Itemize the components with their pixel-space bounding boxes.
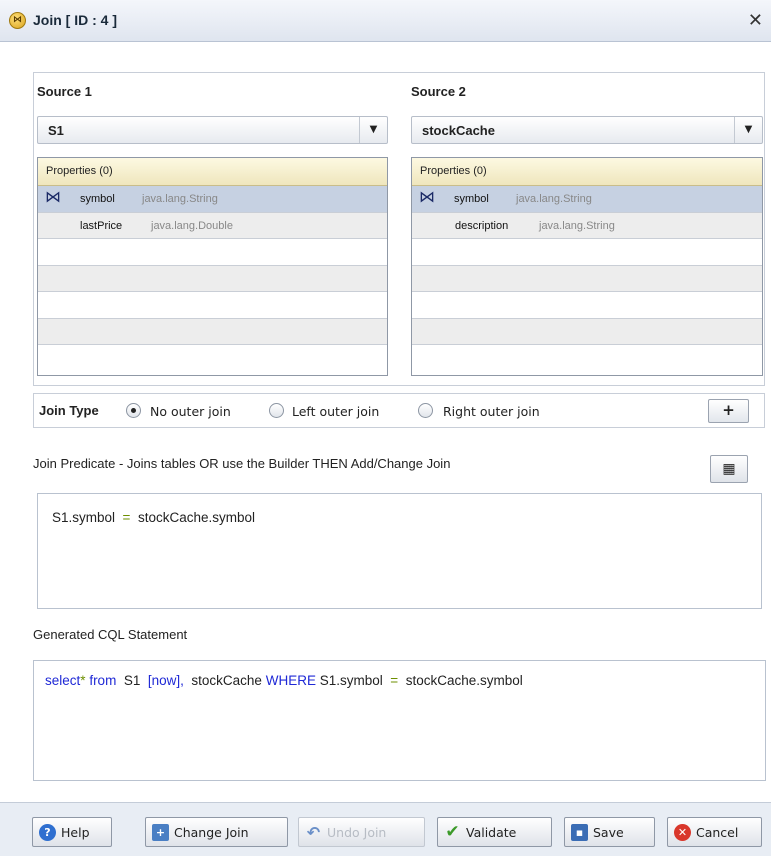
table-row bbox=[412, 265, 762, 292]
sources-panel: Source 1 Source 2 S1 ▼ stockCache ▼ Prop… bbox=[33, 72, 765, 386]
chevron-down-icon[interactable]: ▼ bbox=[359, 117, 387, 143]
left-outer-join-label: Left outer join bbox=[292, 404, 380, 419]
join-key-icon: ⋈ bbox=[45, 189, 61, 206]
undo-icon: ↶ bbox=[306, 822, 321, 842]
join-predicate-textarea[interactable]: S1.symbol = stockCache.symbol bbox=[37, 493, 762, 609]
expression-builder-button[interactable]: ▦ bbox=[710, 455, 748, 483]
undo-join-button[interactable]: ↶ Undo Join bbox=[298, 817, 425, 847]
table-row bbox=[38, 265, 387, 292]
predicate-expression: S1.symbol = stockCache.symbol bbox=[52, 510, 255, 525]
cql-statement: select* from S1 [now], stockCache WHERE … bbox=[45, 673, 523, 688]
table-row bbox=[412, 318, 762, 345]
change-join-icon: + bbox=[152, 823, 169, 841]
close-icon[interactable]: ✕ bbox=[748, 10, 763, 31]
source1-value: S1 bbox=[48, 123, 64, 138]
source2-label: Source 2 bbox=[411, 84, 466, 99]
join-icon: ⋈ bbox=[9, 12, 26, 29]
help-button[interactable]: ? Help bbox=[32, 817, 112, 847]
help-icon: ? bbox=[39, 823, 56, 841]
join-type-panel: Join Type No outer join Left outer join … bbox=[33, 393, 765, 428]
cancel-icon: ✕ bbox=[674, 823, 691, 841]
add-join-button[interactable]: + bbox=[708, 399, 749, 423]
save-icon: ▪ bbox=[571, 823, 588, 841]
source2-value: stockCache bbox=[422, 123, 495, 138]
calculator-icon: ▦ bbox=[722, 461, 736, 477]
window-title: Join [ ID : 4 ] bbox=[33, 12, 117, 28]
source1-properties-table: Properties (0) ⋈ symbol java.lang.String… bbox=[37, 157, 388, 376]
generated-cql-label: Generated CQL Statement bbox=[33, 627, 188, 642]
generated-cql-textarea[interactable]: select* from S1 [now], stockCache WHERE … bbox=[33, 660, 766, 781]
table-row bbox=[38, 292, 387, 319]
validate-button[interactable]: ✔ Validate bbox=[437, 817, 552, 847]
source1-label: Source 1 bbox=[37, 84, 92, 99]
properties-header: Properties (0) bbox=[412, 158, 762, 186]
table-row[interactable]: ⋈ symbol java.lang.String bbox=[38, 186, 387, 213]
footer-toolbar: ? Help + Change Join ↶ Undo Join ✔ Validate … bbox=[0, 802, 771, 856]
table-row bbox=[412, 292, 762, 319]
table-row[interactable]: ⋈ symbol java.lang.String bbox=[412, 186, 762, 213]
left-outer-join-radio[interactable] bbox=[269, 403, 284, 418]
no-outer-join-radio[interactable] bbox=[126, 403, 141, 418]
table-row[interactable]: lastPrice java.lang.Double bbox=[38, 212, 387, 239]
table-row bbox=[38, 318, 387, 345]
source1-select[interactable]: S1 ▼ bbox=[37, 116, 388, 144]
right-outer-join-label: Right outer join bbox=[443, 404, 540, 419]
properties-header: Properties (0) bbox=[38, 158, 387, 186]
save-button[interactable]: ▪ Save bbox=[564, 817, 655, 847]
source2-select[interactable]: stockCache ▼ bbox=[411, 116, 763, 144]
checkmark-icon: ✔ bbox=[445, 821, 460, 842]
title-bar: ⋈ Join [ ID : 4 ] ✕ bbox=[0, 0, 771, 42]
table-row bbox=[412, 239, 762, 266]
join-predicate-label: Join Predicate - Joins tables OR use the… bbox=[33, 456, 451, 471]
no-outer-join-label: No outer join bbox=[150, 404, 231, 419]
table-row[interactable]: description java.lang.String bbox=[412, 212, 762, 239]
table-row bbox=[38, 239, 387, 266]
join-key-icon: ⋈ bbox=[419, 189, 435, 206]
table-row bbox=[38, 345, 387, 372]
source2-properties-table: Properties (0) ⋈ symbol java.lang.String… bbox=[411, 157, 763, 376]
right-outer-join-radio[interactable] bbox=[418, 403, 433, 418]
change-join-button[interactable]: + Change Join bbox=[145, 817, 288, 847]
cancel-button[interactable]: ✕ Cancel bbox=[667, 817, 762, 847]
table-row bbox=[412, 345, 762, 372]
join-type-label: Join Type bbox=[39, 403, 99, 418]
chevron-down-icon[interactable]: ▼ bbox=[734, 117, 762, 143]
